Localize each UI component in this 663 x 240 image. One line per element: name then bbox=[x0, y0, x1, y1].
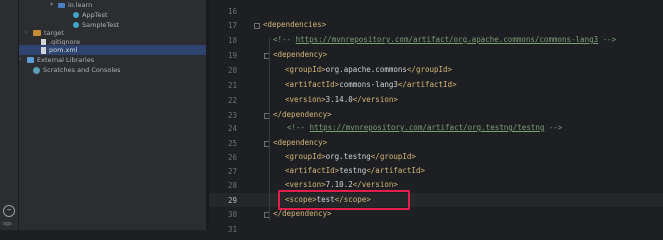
code-token: <groupId> bbox=[285, 65, 326, 74]
strip-bottom-label: ogs bbox=[3, 221, 12, 227]
line-number: 16 bbox=[227, 7, 237, 16]
code-token: <!-- bbox=[287, 123, 310, 132]
tree-item-label: target bbox=[44, 29, 64, 37]
line-number: 26 bbox=[227, 153, 237, 162]
code-token: org.testng bbox=[325, 152, 371, 161]
code-line[interactable]: <!-- https://mvnrepository.com/artifact/… bbox=[273, 33, 616, 47]
code-token: > bbox=[321, 20, 327, 29]
tree-item-label: Scratches and Consoles bbox=[43, 66, 121, 74]
line-number: 23 bbox=[227, 111, 237, 120]
code-line[interactable]: <!-- https://mvnrepository.com/artifact/… bbox=[287, 121, 562, 135]
line-number: 25 bbox=[227, 139, 237, 148]
code-token: testng bbox=[339, 166, 367, 175]
code-token: <groupId> bbox=[285, 152, 326, 161]
code-token: dependencies bbox=[267, 20, 322, 29]
code-line[interactable]: <groupId>org.testng</groupId> bbox=[285, 150, 416, 164]
code-line[interactable]: <artifactId>testng</artifactId> bbox=[285, 164, 425, 178]
code-token: --> bbox=[598, 35, 617, 44]
code-token: <version> bbox=[285, 180, 326, 189]
line-number: 21 bbox=[227, 81, 237, 90]
code-line[interactable]: <version>3.14.0</version> bbox=[285, 93, 398, 107]
code-token: </artifactId> bbox=[397, 80, 457, 89]
line-number: 24 bbox=[227, 124, 237, 133]
code-line[interactable]: </dependency> bbox=[273, 108, 332, 122]
chevron-icon[interactable]: ▾ bbox=[50, 0, 56, 10]
folder-icon bbox=[33, 30, 41, 36]
code-token: </groupId> bbox=[406, 65, 453, 74]
code-token: <dependency> bbox=[273, 50, 328, 59]
code-token: </dependency> bbox=[273, 209, 332, 218]
url-link[interactable]: https://mvnrepository.com/artifact/org.a… bbox=[296, 35, 599, 44]
code-token: </version> bbox=[352, 180, 398, 189]
line-number: 28 bbox=[227, 181, 237, 190]
library-icon bbox=[27, 57, 34, 63]
line-number: 18 bbox=[227, 36, 237, 45]
code-token: </dependency> bbox=[273, 110, 332, 119]
code-token: org.apache.commons bbox=[325, 65, 407, 74]
indent-guide bbox=[269, 38, 270, 221]
code-token: --> bbox=[544, 123, 563, 132]
tree-item[interactable]: Scratches and Consoles bbox=[19, 65, 212, 75]
code-token: 3.14.0 bbox=[325, 95, 353, 104]
code-line[interactable]: <groupId>org.apache.commons</groupId> bbox=[285, 63, 452, 77]
code-token: <artifactId> bbox=[285, 166, 340, 175]
tree-item[interactable]: ▾ io.learn bbox=[19, 0, 237, 10]
line-number: 17 bbox=[227, 21, 237, 30]
red-highlight-annotation bbox=[278, 190, 410, 210]
code-token: <dependency> bbox=[273, 138, 328, 147]
minus-icon[interactable]: – bbox=[3, 205, 15, 217]
tree-item[interactable]: pom.xml bbox=[19, 45, 220, 55]
line-number-gutter: 16 17 18 19 20 21 22 23 24 25 26 27 28 29 30 31 bbox=[209, 0, 241, 234]
url-link[interactable]: https://mvnrepository.com/artifact/org.t… bbox=[310, 123, 545, 132]
line-number: 27 bbox=[227, 167, 237, 176]
java-class-icon bbox=[73, 12, 79, 18]
code-token: 7.10.2 bbox=[325, 180, 353, 189]
code-token: commons-lang3 bbox=[339, 80, 398, 89]
line-number: 31 bbox=[227, 225, 237, 234]
code-token: </groupId> bbox=[370, 152, 416, 161]
tree-item-label: External Libraries bbox=[37, 56, 95, 64]
chevron-icon[interactable]: › bbox=[19, 55, 25, 65]
line-number: 30 bbox=[227, 210, 237, 219]
tool-window-strip: – ogs bbox=[0, 0, 19, 230]
line-number: 20 bbox=[227, 66, 237, 75]
code-line[interactable]: <dependencies> bbox=[263, 18, 326, 32]
code-line[interactable]: <artifactId>commons-lang3</artifactId> bbox=[285, 78, 457, 92]
code-line[interactable]: <dependency> bbox=[273, 136, 327, 150]
project-tool-window: ▾ io.learn AppTest SampleTest › target .gitign… bbox=[19, 0, 220, 230]
code-token: <artifactId> bbox=[285, 80, 340, 89]
tree-item-label: pom.xml bbox=[49, 46, 78, 54]
tree-item-label: io.learn bbox=[68, 1, 93, 9]
line-number: 19 bbox=[227, 51, 237, 60]
package-icon bbox=[58, 2, 65, 8]
code-token: <version> bbox=[285, 95, 326, 104]
code-token: </artifactId> bbox=[366, 166, 425, 175]
code-line[interactable]: <dependency> bbox=[273, 48, 327, 62]
code-token: <!-- bbox=[273, 35, 296, 44]
line-number: 29 bbox=[227, 196, 237, 205]
line-number: 22 bbox=[227, 96, 237, 105]
tree-item-label: AppTest bbox=[82, 11, 108, 19]
scratch-icon bbox=[33, 66, 40, 74]
code-token: </version> bbox=[352, 95, 398, 104]
maven-icon bbox=[41, 46, 46, 54]
fold-marker-icon[interactable] bbox=[254, 23, 260, 29]
tree-item[interactable]: › External Libraries bbox=[19, 55, 206, 65]
